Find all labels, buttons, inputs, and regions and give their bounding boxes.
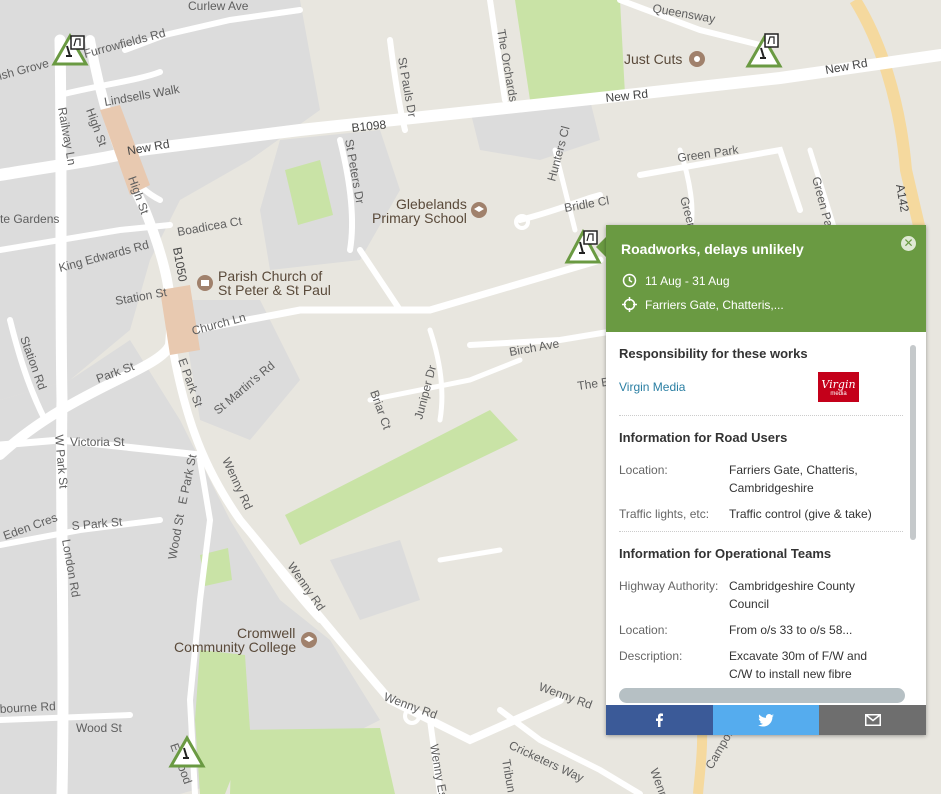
field-label: Traffic lights, etc: xyxy=(619,507,710,521)
shop-icon-dot xyxy=(694,56,700,62)
email-icon xyxy=(864,714,881,726)
field-label: Location: xyxy=(619,623,668,637)
field-label: Description: xyxy=(619,649,683,663)
street-label: bourne Rd xyxy=(0,699,56,716)
highway-authority-link[interactable]: Cambridgeshire County Council xyxy=(729,577,889,613)
close-icon[interactable]: ✕ xyxy=(901,236,916,251)
field-value: Traffic control (give & take) xyxy=(729,507,872,521)
logo-text: Virgin xyxy=(821,377,856,391)
street-label: Curlew Ave xyxy=(188,0,249,13)
virgin-media-logo: Virgin media xyxy=(818,372,859,402)
ops-location-row: Location: From o/s 33 to o/s 58... xyxy=(619,621,911,639)
twitter-icon xyxy=(758,713,774,726)
road-users-heading: Information for Road Users xyxy=(619,430,788,445)
logo-subtext: media xyxy=(830,390,847,397)
owner-link[interactable]: Virgin Media xyxy=(619,380,685,394)
street-label: te Gardens xyxy=(0,212,59,226)
field-value: Excavate 30m of F/W and C/W to install n… xyxy=(729,649,868,681)
share-bar xyxy=(606,705,927,735)
divider xyxy=(619,531,903,532)
popup-header: Roadworks, delays unlikely ✕ 11 Aug - 31… xyxy=(606,225,926,332)
works-location: Farriers Gate, Chatteris,... xyxy=(645,297,784,312)
road-users-location-row: Location: Farriers Gate, Chatteris, Camb… xyxy=(619,461,911,497)
roadworks-info-popup: Roadworks, delays unlikely ✕ 11 Aug - 31… xyxy=(606,225,926,735)
horizontal-scrollbar[interactable] xyxy=(619,688,905,703)
poi-label[interactable]: Primary School xyxy=(372,210,467,226)
twitter-share-button[interactable] xyxy=(712,705,820,735)
highway-authority-row: Highway Authority: Cambridgeshire County… xyxy=(619,577,911,613)
crosshair-icon xyxy=(622,297,637,312)
dates-row: 11 Aug - 31 Aug xyxy=(622,273,730,288)
street-label: Victoria St xyxy=(70,435,125,449)
poi-label[interactable]: Community College xyxy=(174,639,296,655)
email-share-button[interactable] xyxy=(819,705,927,735)
poi-label[interactable]: St Peter & St Paul xyxy=(218,282,331,298)
operational-teams-heading: Information for Operational Teams xyxy=(619,546,832,561)
church-icon-shape xyxy=(201,280,209,286)
owner-row: Virgin Media Virgin media xyxy=(619,371,859,403)
clock-icon xyxy=(622,273,637,288)
traffic-lights-row: Traffic lights, etc: Traffic control (gi… xyxy=(619,505,911,523)
responsibility-heading: Responsibility for these works xyxy=(619,346,808,361)
location-row: Farriers Gate, Chatteris,... xyxy=(622,297,784,312)
divider xyxy=(619,415,903,416)
popup-body[interactable]: Responsibility for these works Virgin Me… xyxy=(606,332,911,707)
facebook-share-button[interactable] xyxy=(606,705,713,735)
field-value: From o/s 33 to o/s 58... xyxy=(729,623,853,637)
field-label: Highway Authority: xyxy=(619,579,719,593)
street-label: Wood St xyxy=(76,721,122,735)
field-value: Farriers Gate, Chatteris, Cambridgeshire xyxy=(729,463,858,495)
popup-title: Roadworks, delays unlikely xyxy=(621,241,804,257)
field-label: Location: xyxy=(619,463,668,477)
poi-label[interactable]: Just Cuts xyxy=(624,51,682,67)
popup-pointer xyxy=(596,237,606,257)
facebook-icon xyxy=(656,713,664,727)
works-dates: 11 Aug - 31 Aug xyxy=(645,273,730,288)
description-row: Description: Excavate 30m of F/W and C/W… xyxy=(619,647,911,683)
vertical-scrollbar[interactable] xyxy=(910,345,916,540)
